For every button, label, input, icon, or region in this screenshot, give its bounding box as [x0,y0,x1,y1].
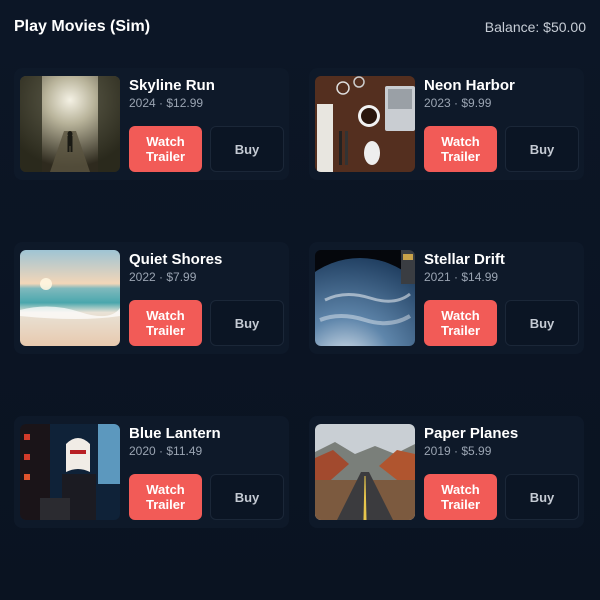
movie-thumbnail [315,250,415,346]
movie-thumbnail [20,250,120,346]
movie-title: Quiet Shores [129,251,223,268]
buy-button[interactable]: Buy [505,300,579,346]
buy-button[interactable]: Buy [505,126,579,172]
movie-thumbnail [315,76,415,172]
watch-trailer-button[interactable]: Watch Trailer [424,474,497,520]
buy-button[interactable]: Buy [210,474,284,520]
watch-trailer-button[interactable]: Watch Trailer [424,126,497,172]
watch-trailer-button[interactable]: Watch Trailer [129,126,202,172]
movie-thumbnail [20,424,120,520]
movie-card-paper-planes: Paper Planes 2019 · $5.99 Watch Trailer … [309,416,584,528]
movie-year-price: 2023 · $9.99 [424,96,492,110]
movie-title: Paper Planes [424,425,519,442]
page-title: Play Movies (Sim) [14,18,151,35]
header: Play Movies (Sim) Balance: $50.00 [0,0,600,56]
buy-button[interactable]: Buy [210,300,284,346]
movie-card-skyline-run: Skyline Run 2024 · $12.99 Watch Trailer … [14,68,289,180]
movie-thumbnail [20,76,120,172]
movie-title: Skyline Run [129,77,215,94]
movie-year-price: 2022 · $7.99 [129,270,197,284]
movie-title: Neon Harbor [424,77,515,94]
watch-trailer-button[interactable]: Watch Trailer [129,474,202,520]
app-window: Play Movies (Sim) Balance: $50.00 Skylin… [0,0,600,600]
movie-thumbnail [315,424,415,520]
movie-card-blue-lantern: Blue Lantern 2020 · $11.49 Watch Trailer… [14,416,289,528]
movie-year-price: 2024 · $12.99 [129,96,204,110]
movie-card-stellar-drift: Stellar Drift 2021 · $14.99 Watch Traile… [309,242,584,354]
movie-year-price: 2021 · $14.99 [424,270,499,284]
movie-year-price: 2020 · $11.49 [129,444,203,458]
movie-year-price: 2019 · $5.99 [424,444,492,458]
watch-trailer-button[interactable]: Watch Trailer [424,300,497,346]
buy-button[interactable]: Buy [505,474,579,520]
movie-title: Stellar Drift [424,251,505,268]
watch-trailer-button[interactable]: Watch Trailer [129,300,202,346]
buy-button[interactable]: Buy [210,126,284,172]
movie-card-neon-harbor: Neon Harbor 2023 · $9.99 Watch Trailer B… [309,68,584,180]
movie-title: Blue Lantern [129,425,221,442]
balance-label: Balance: $50.00 [484,19,586,35]
movie-card-quiet-shores: Quiet Shores 2022 · $7.99 Watch Trailer … [14,242,289,354]
